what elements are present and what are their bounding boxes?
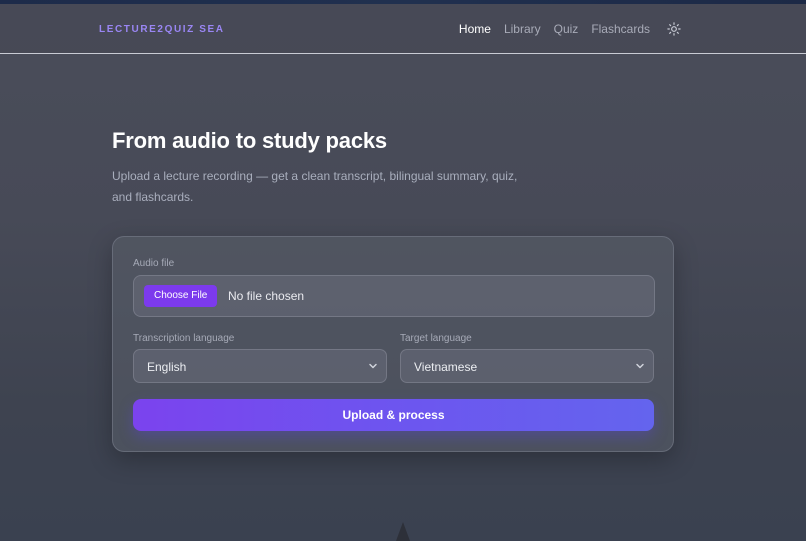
transcription-language-select[interactable]: English bbox=[133, 349, 387, 383]
chevron-down-icon bbox=[369, 363, 377, 369]
top-navbar: LECTURE2QUIZ SEA Home Library Quiz Flash… bbox=[0, 4, 806, 54]
chevron-down-icon bbox=[636, 363, 644, 369]
theme-toggle-button[interactable] bbox=[666, 21, 682, 37]
transcription-language-value: English bbox=[147, 360, 187, 374]
nav-home[interactable]: Home bbox=[459, 22, 491, 36]
main-nav: Home Library Quiz Flashcards bbox=[459, 21, 682, 37]
background-decoration bbox=[396, 522, 410, 541]
audio-file-label: Audio file bbox=[133, 258, 175, 269]
target-language-value: Vietnamese bbox=[414, 360, 478, 374]
nav-library[interactable]: Library bbox=[504, 22, 541, 36]
choose-file-button[interactable]: Choose File bbox=[144, 285, 218, 307]
nav-flashcards[interactable]: Flashcards bbox=[591, 22, 650, 36]
brand-logo-text[interactable]: LECTURE2QUIZ SEA bbox=[99, 24, 225, 35]
transcription-language-label: Transcription language bbox=[133, 333, 235, 344]
audio-file-input[interactable]: Choose File No file chosen bbox=[133, 275, 655, 317]
page-subtitle: Upload a lecture recording — get a clean… bbox=[112, 169, 518, 204]
file-status-text: No file chosen bbox=[228, 289, 305, 303]
page-title: From audio to study packs bbox=[112, 128, 387, 153]
target-language-select[interactable]: Vietnamese bbox=[400, 349, 654, 383]
upload-process-button[interactable]: Upload & process bbox=[133, 399, 654, 431]
target-language-label: Target language bbox=[400, 333, 472, 344]
sun-icon bbox=[667, 22, 681, 36]
nav-quiz[interactable]: Quiz bbox=[554, 22, 579, 36]
upload-form-card: Audio file Choose File No file chosen Tr… bbox=[112, 236, 674, 452]
